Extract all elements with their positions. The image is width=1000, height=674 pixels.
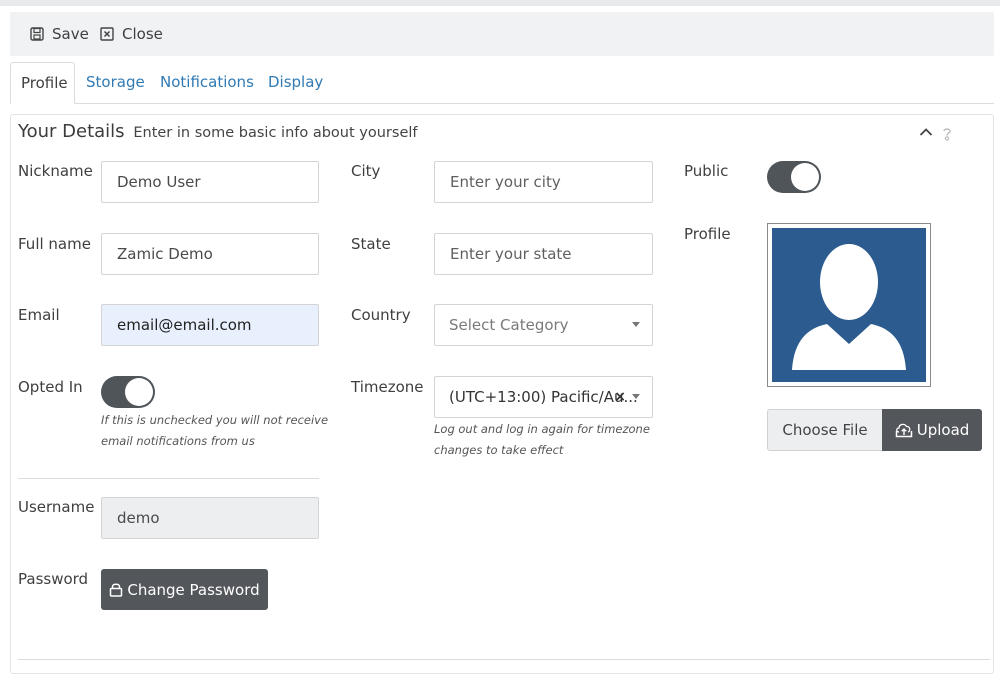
chevron-up-icon[interactable]	[919, 127, 933, 137]
country-label: Country	[351, 306, 411, 324]
public-label: Public	[684, 162, 729, 180]
opted-in-toggle[interactable]	[101, 376, 155, 408]
city-input[interactable]	[434, 161, 653, 203]
opted-in-label: Opted In	[18, 378, 83, 396]
top-strip	[0, 0, 1000, 6]
fullname-label: Full name	[18, 235, 91, 253]
nickname-label: Nickname	[18, 162, 93, 180]
city-label: City	[351, 162, 381, 180]
timezone-hint: Log out and log in again for timezone ch…	[434, 419, 650, 461]
chevron-down-icon	[632, 322, 640, 327]
tab-display[interactable]: Display	[258, 62, 333, 103]
country-select[interactable]: Select Category	[434, 304, 653, 346]
section-divider	[18, 478, 319, 479]
close-label: Close	[122, 25, 163, 43]
state-label: State	[351, 235, 391, 253]
upload-button[interactable]: Upload	[882, 409, 982, 451]
chevron-down-icon	[632, 394, 640, 399]
toolbar: Save Close	[10, 12, 994, 56]
panel-subtitle: Enter in some basic info about yourself	[133, 125, 418, 141]
timezone-value: (UTC+13:00) Pacific/Au...	[449, 388, 638, 406]
save-label: Save	[52, 25, 89, 43]
tab-storage[interactable]: Storage	[76, 62, 155, 103]
profile-label: Profile	[684, 225, 731, 243]
timezone-label: Timezone	[351, 378, 424, 396]
password-label: Password	[18, 570, 89, 588]
tab-notifications[interactable]: Notifications	[150, 62, 264, 103]
opted-in-hint-line1: If this is unchecked you will not receiv…	[101, 413, 329, 427]
upload-label: Upload	[916, 421, 970, 439]
opted-in-hint-line2: email notifications from us	[101, 434, 255, 448]
choose-file-button[interactable]: Choose File	[767, 409, 883, 451]
public-toggle[interactable]	[767, 161, 821, 193]
toggle-knob	[125, 378, 153, 406]
tab-bar: Profile Storage Notifications Display	[10, 62, 994, 104]
panel-title: Your Details	[18, 121, 125, 142]
tab-profile[interactable]: Profile	[10, 62, 75, 104]
help-icon[interactable]	[941, 126, 953, 142]
timezone-hint-line1: Log out and log in again for timezone	[434, 422, 650, 436]
close-button[interactable]: Close	[100, 12, 163, 56]
bottom-divider	[18, 659, 990, 660]
nickname-input[interactable]	[101, 161, 319, 203]
email-input[interactable]	[101, 304, 319, 346]
user-icon	[792, 244, 906, 370]
change-password-button[interactable]: Change Password	[101, 569, 268, 610]
state-input[interactable]	[434, 233, 653, 275]
save-icon	[30, 27, 44, 41]
avatar	[767, 223, 931, 387]
save-button[interactable]: Save	[30, 12, 89, 56]
timezone-select[interactable]: (UTC+13:00) Pacific/Au... ×	[434, 376, 653, 418]
toggle-knob	[791, 163, 819, 191]
close-icon	[100, 27, 114, 41]
fullname-input[interactable]	[101, 233, 319, 275]
avatar-placeholder	[772, 228, 926, 382]
username-input[interactable]	[101, 497, 319, 539]
username-label: Username	[18, 498, 95, 516]
email-label: Email	[18, 306, 60, 324]
timezone-hint-line2: changes to take effect	[434, 443, 564, 457]
clear-icon[interactable]: ×	[614, 377, 626, 417]
country-placeholder: Select Category	[449, 316, 569, 334]
panel-header: Your Details Enter in some basic info ab…	[18, 121, 418, 142]
lock-icon	[110, 583, 123, 597]
upload-icon	[895, 423, 912, 438]
change-password-label: Change Password	[127, 580, 260, 599]
opted-in-hint: If this is unchecked you will not receiv…	[101, 410, 328, 452]
